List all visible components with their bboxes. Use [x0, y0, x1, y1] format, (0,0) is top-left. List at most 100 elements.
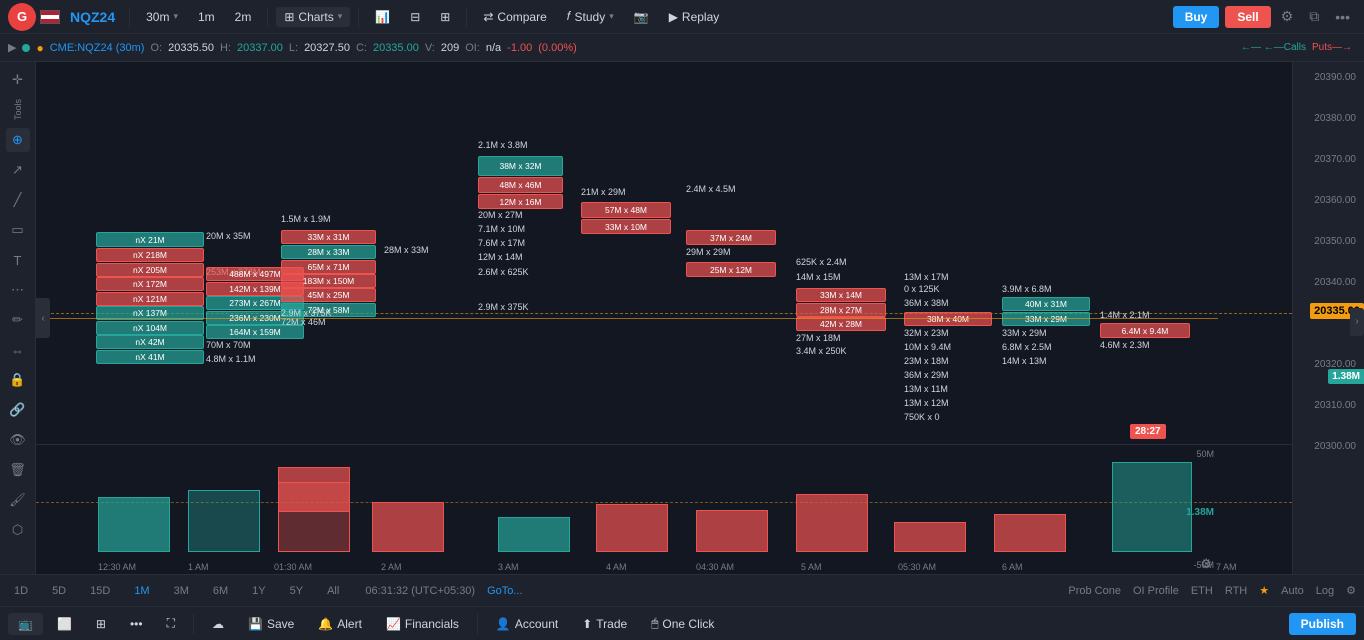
chart-settings-icon[interactable]: ⚙ — [1200, 556, 1212, 572]
period-all[interactable]: All — [321, 583, 345, 599]
of-block: 33M x 10M — [581, 219, 671, 234]
time-label-3am: 3 AM — [498, 562, 519, 572]
oi-profile-btn[interactable]: OI Profile — [1133, 585, 1179, 597]
more-options-icon[interactable]: ••• — [1329, 6, 1356, 28]
bar-type-btn[interactable]: 📊 — [367, 7, 398, 27]
of-block: nX 21M — [96, 232, 204, 247]
of-block: 45M x 25M — [281, 288, 376, 302]
eth-btn[interactable]: ETH — [1191, 585, 1213, 597]
study-icon: 𝑓 — [567, 9, 571, 24]
vol-bar-red6 — [894, 522, 966, 552]
goto-button[interactable]: GoTo... — [487, 585, 522, 597]
period-6m[interactable]: 6M — [207, 583, 234, 599]
price-20340: 20340.00 — [1314, 277, 1360, 288]
of-text: 13M x 11M — [904, 384, 948, 394]
grid-icon-btn[interactable]: ⊞ — [86, 613, 116, 635]
layout-btn1[interactable]: ⊟ — [402, 7, 428, 27]
cloud-icon-btn[interactable]: ☁ — [202, 613, 234, 635]
symbol-label[interactable]: NQZ24 — [70, 9, 115, 25]
price-axis: 20390.00 20380.00 20370.00 20360.00 2035… — [1292, 62, 1364, 574]
trash-tool[interactable]: 🗑 — [6, 458, 30, 482]
chevron-down-icon3: ▾ — [609, 11, 614, 22]
account-btn[interactable]: 👤 Account — [486, 613, 568, 635]
symbol-exchange[interactable]: CME:NQZ24 (30m) — [50, 42, 145, 54]
oi-label: OI: — [465, 42, 480, 54]
expand-right-btn[interactable]: › — [1350, 308, 1364, 336]
eye-tool[interactable]: 👁 — [6, 428, 30, 452]
tv-icon-btn[interactable]: 📺 — [8, 613, 43, 635]
layers-icon[interactable]: ⧉ — [1303, 5, 1325, 28]
line-tool[interactable]: ╱ — [6, 188, 30, 212]
rectangle-tool[interactable]: ▭ — [6, 218, 30, 242]
of-block: 164M x 159M — [206, 325, 304, 339]
trade-btn[interactable]: ⬆ Trade — [572, 613, 637, 635]
crosshair-tool[interactable]: ⊕ — [6, 128, 30, 152]
sep4 — [466, 7, 467, 27]
of-text: 20M x 35M — [206, 231, 251, 241]
layout-btn2[interactable]: ⊞ — [432, 7, 458, 27]
expand-arrow-icon[interactable]: ▶ — [8, 41, 16, 54]
screenshot-btn[interactable]: 📷 — [626, 7, 657, 27]
period-1d[interactable]: 1D — [8, 583, 34, 599]
timeframe-2m-btn[interactable]: 2m — [227, 7, 260, 27]
sep3 — [358, 7, 359, 27]
save-btn[interactable]: 💾 Save — [238, 613, 304, 635]
alert-btn[interactable]: 🔔 Alert — [308, 613, 372, 635]
replay-btn[interactable]: ▶ Replay — [661, 7, 728, 27]
of-text: 33M x 29M — [1002, 328, 1047, 338]
rth-btn[interactable]: RTH — [1225, 585, 1247, 597]
settings-icon[interactable]: ⚙ — [1275, 5, 1300, 28]
magnet-tool[interactable]: ⬡ — [6, 518, 30, 542]
measure-tool[interactable]: ⇔ — [6, 338, 30, 362]
of-text: 70M x 70M — [206, 340, 251, 350]
period-3m[interactable]: 3M — [168, 583, 195, 599]
study-btn[interactable]: 𝑓 Study ▾ — [559, 6, 622, 27]
of-block: 12M x 16M — [478, 194, 563, 209]
log-btn[interactable]: Log — [1316, 585, 1334, 597]
period-1m[interactable]: 1M — [128, 583, 155, 599]
of-text: 14M x 15M — [796, 272, 841, 282]
period-15d[interactable]: 15D — [84, 583, 116, 599]
layout-icon-btn[interactable]: ⬜ — [47, 613, 82, 635]
chart-canvas[interactable]: nX 21M nX 218M nX 205M nX 172M nX 121M n… — [36, 62, 1292, 574]
lock-tool[interactable]: 🔒 — [6, 368, 30, 392]
bell-icon: 🔔 — [318, 617, 333, 631]
period-1y[interactable]: 1Y — [246, 583, 271, 599]
period-5y[interactable]: 5Y — [284, 583, 309, 599]
logo-button[interactable]: G — [8, 3, 36, 31]
charts-menu-btn[interactable]: ⊞ Charts ▾ — [276, 7, 350, 27]
financials-btn[interactable]: 📈 Financials — [376, 613, 469, 635]
period-5d[interactable]: 5D — [46, 583, 72, 599]
chart-gear-icon[interactable]: ⚙ — [1346, 584, 1356, 597]
buy-button[interactable]: Buy — [1173, 6, 1220, 28]
text-tool[interactable]: T — [6, 248, 30, 272]
compare-icon: ⇄ — [483, 10, 493, 24]
sell-button[interactable]: Sell — [1225, 6, 1270, 28]
collapse-left-btn[interactable]: ‹ — [36, 298, 50, 338]
fullscreen-btn[interactable]: ⛶ — [157, 612, 185, 635]
prob-cone-btn[interactable]: Prob Cone — [1068, 585, 1121, 597]
bar-chart-icon: 📊 — [375, 10, 390, 24]
of-text: 2.4M x 4.5M — [686, 184, 736, 194]
auto-btn[interactable]: Auto — [1281, 585, 1304, 597]
publish-btn[interactable]: Publish — [1289, 613, 1356, 635]
pencil-tool[interactable]: ✏ — [6, 308, 30, 332]
star-icon[interactable]: ★ — [1259, 584, 1269, 597]
more-icon-btn[interactable]: ••• — [120, 613, 153, 635]
link-tool[interactable]: 🔗 — [6, 398, 30, 422]
timeframe-30m-btn[interactable]: 30m ▾ — [138, 7, 186, 27]
bottom-action-bar: 📺 ⬜ ⊞ ••• ⛶ ☁ 💾 Save 🔔 Alert 📈 Financial… — [0, 606, 1364, 640]
of-text: 32M x 23M — [904, 328, 949, 338]
arrow-tool[interactable]: ↗ — [6, 158, 30, 182]
high-label: H: — [220, 42, 231, 54]
time-label-1am: 1 AM — [188, 562, 209, 572]
cursor-tool[interactable]: ✛ — [6, 68, 30, 92]
left-sidebar: ✛ Tools ⊕ ↗ ╱ ▭ T ⋯ ✏ ⇔ 🔒 🔗 👁 🗑 🖌 ⬡ — [0, 62, 36, 574]
of-block: nX 41M — [96, 350, 204, 364]
dotted-line-tool[interactable]: ⋯ — [6, 278, 30, 302]
brush-tool[interactable]: 🖌 — [6, 488, 30, 512]
timeframe-1m-btn[interactable]: 1m — [190, 7, 223, 27]
one-click-btn[interactable]: 🖱 One Click — [641, 612, 724, 635]
puts-label: Puts—→ — [1312, 42, 1352, 53]
compare-btn[interactable]: ⇄ Compare — [475, 7, 554, 27]
